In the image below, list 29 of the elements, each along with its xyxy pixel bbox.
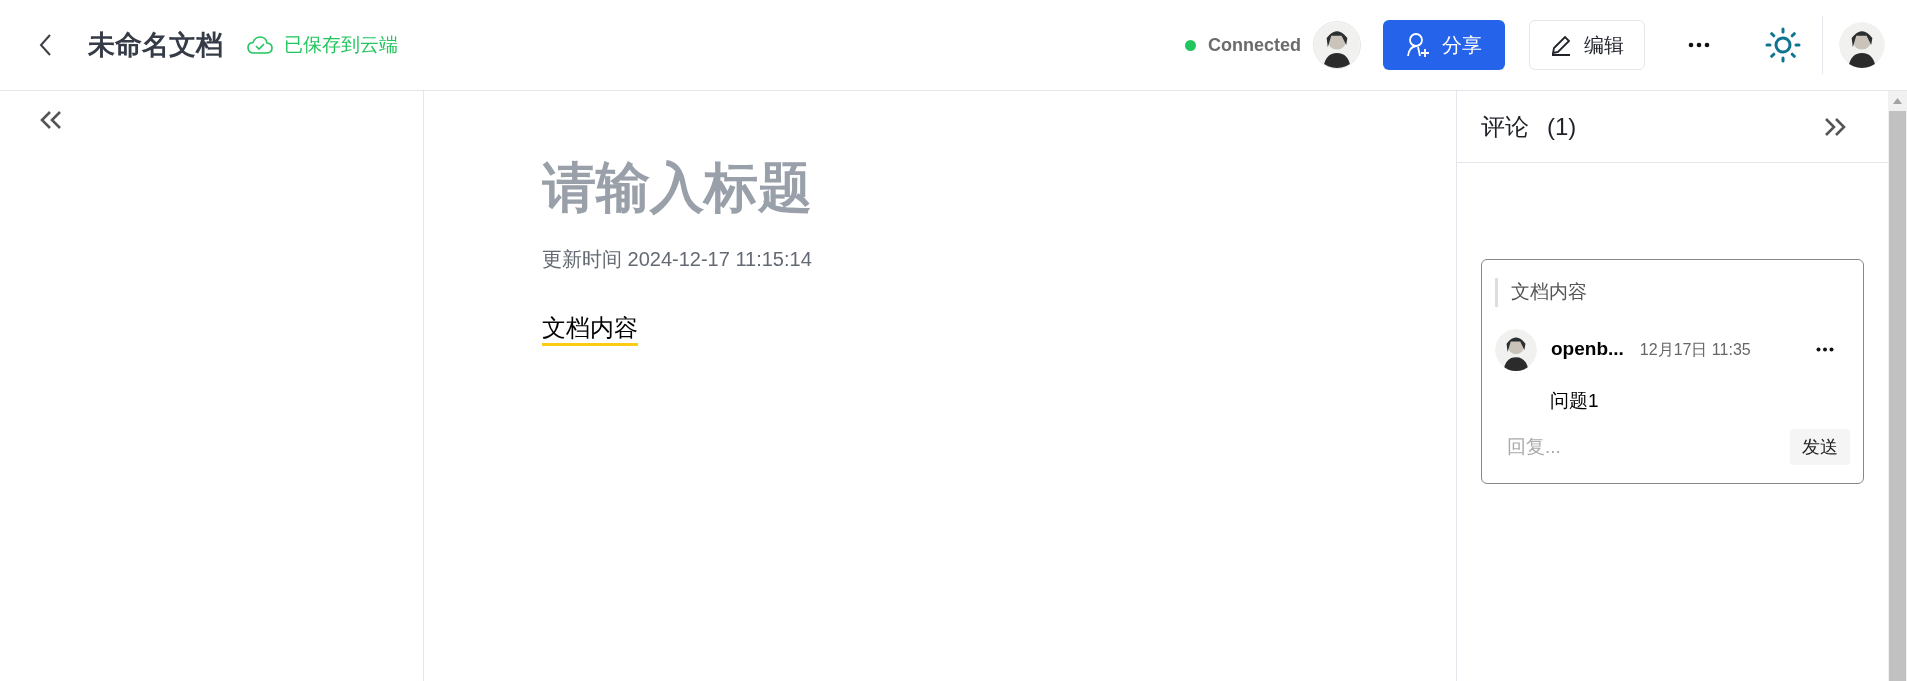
updated-time: 更新时间 2024-12-17 11:15:14 (542, 247, 813, 272)
quoted-text: 文档内容 (1495, 278, 1850, 307)
more-icon (1688, 42, 1710, 48)
chevron-left-icon (39, 33, 53, 57)
reply-field[interactable]: 回复... (1507, 432, 1790, 462)
avatar[interactable] (1839, 22, 1885, 68)
add-user-icon (1406, 32, 1430, 58)
theme-toggle[interactable] (1763, 25, 1803, 65)
comment-count: (1) (1547, 111, 1577, 142)
pencil-icon (1550, 34, 1572, 56)
commented-text[interactable]: 文档内容 (542, 314, 638, 346)
double-chevron-left-icon (39, 110, 63, 130)
connection-status: Connected (1208, 33, 1301, 57)
avatar[interactable] (1314, 22, 1360, 68)
share-button[interactable]: 分享 (1383, 20, 1505, 70)
edit-button[interactable]: 编辑 (1529, 20, 1645, 70)
title-field[interactable]: 请输入标题 (542, 151, 1142, 223)
comment-author: openb... (1551, 337, 1624, 362)
sun-icon (1765, 27, 1801, 63)
document-title: 未命名文档 (88, 28, 223, 62)
cloud-check-icon (247, 35, 273, 55)
comment-time: 12月17日 11:35 (1639, 339, 1751, 360)
send-button[interactable]: 发送 (1790, 429, 1850, 465)
save-status: 已保存到云端 (284, 32, 398, 57)
more-icon (1816, 347, 1834, 352)
avatar[interactable] (1495, 328, 1537, 371)
double-chevron-right-icon (1823, 116, 1847, 137)
comment-text: 问题1 (1550, 388, 1600, 413)
comments-title: 评论 (1481, 111, 1529, 142)
